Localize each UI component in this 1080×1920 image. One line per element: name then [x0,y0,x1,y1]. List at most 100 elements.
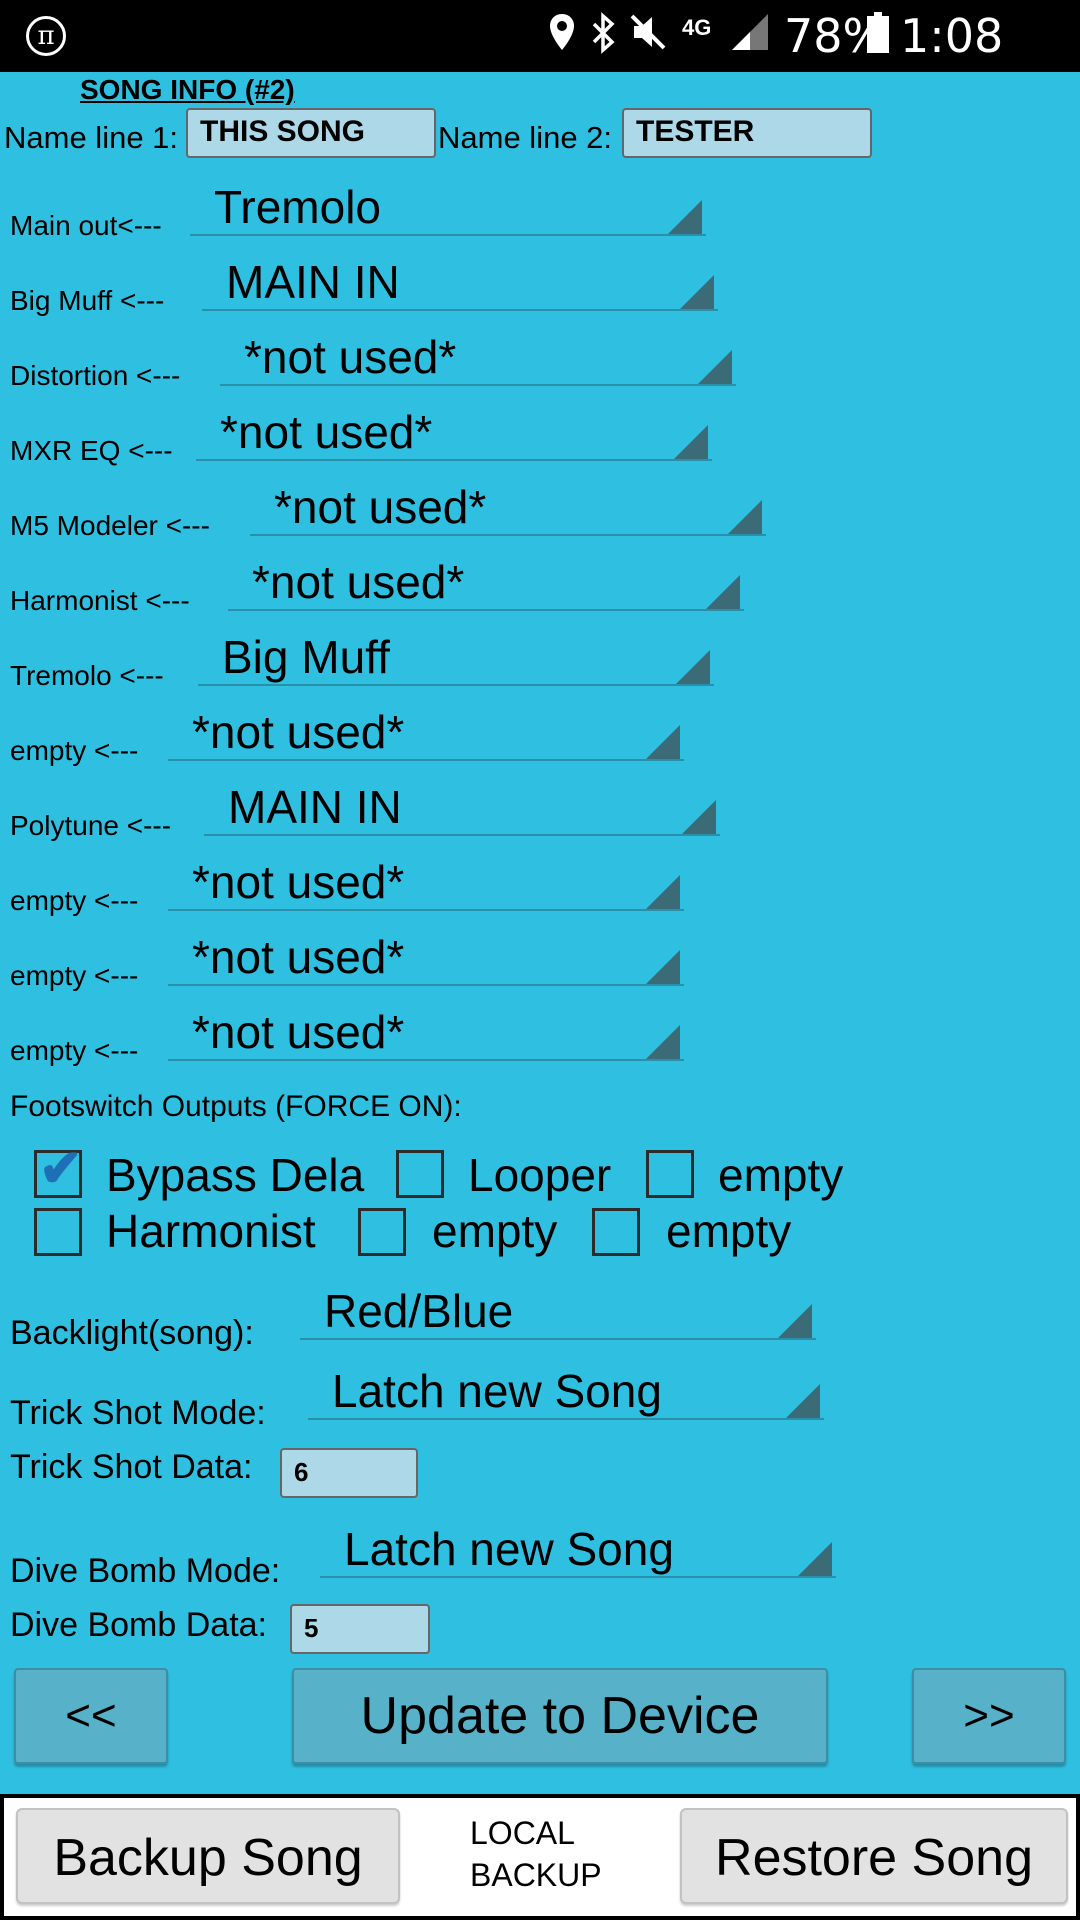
footswitch-label[interactable]: Harmonist [106,1204,316,1258]
name-line-1-label: Name line 1: [4,120,179,155]
dropdown-arrow-icon [646,725,680,759]
footswitch-checkbox[interactable] [358,1208,406,1256]
dropdown-value: *not used* [192,856,405,908]
bottom-bar-panel: Backup Song LOCAL BACKUP Restore Song [4,1798,1076,1916]
routing-dropdown[interactable]: Tremolo [190,181,706,236]
dropdown-value: Big Muff [222,631,390,683]
routing-dropdown[interactable]: *not used* [250,481,766,536]
trick-shot-mode-dropdown[interactable]: Latch new Song [308,1365,824,1420]
dropdown-value: *not used* [274,481,487,533]
name-line-1-input[interactable]: THIS SONG [186,108,436,158]
routing-label: Big Muff <--- [10,285,165,316]
footswitch-checkbox[interactable] [646,1150,694,1198]
footswitch-checkbox[interactable] [396,1150,444,1198]
status-bar: π 4G 78% 1:08 PM [0,0,1080,119]
song-editor-panel: SONG INFO (#2) Name line 1: THIS SONG Na… [0,72,1080,1794]
dropdown-value: Latch new Song [344,1523,674,1575]
routing-label: Polytune <--- [10,810,172,841]
pi-app-icon: π [26,16,66,56]
dropdown-value: Latch new Song [332,1365,662,1417]
dive-bomb-data-label: Dive Bomb Data: [10,1606,267,1644]
battery-icon [866,12,890,60]
routing-dropdown[interactable]: MAIN IN [204,781,720,836]
dropdown-value: Tremolo [214,181,381,233]
routing-dropdown[interactable]: *not used* [196,406,712,461]
routing-label: M5 Modeler <--- [10,510,210,541]
dropdown-arrow-icon [646,1025,680,1059]
routing-label: Distortion <--- [10,360,181,391]
network-type-label: 4G [682,15,712,40]
dropdown-arrow-icon [674,425,708,459]
local-backup-line2: BACKUP [470,1857,602,1893]
dropdown-arrow-icon [676,650,710,684]
dropdown-value: *not used* [192,931,405,983]
location-icon [548,12,576,60]
routing-dropdown[interactable]: *not used* [168,856,684,911]
name-line-2-label: Name line 2: [438,120,613,155]
dropdown-value: Red/Blue [324,1285,514,1337]
backlight-dropdown[interactable]: Red/Blue [300,1285,816,1340]
dropdown-arrow-icon [798,1542,832,1576]
dropdown-value: *not used* [252,556,465,608]
restore-song-button[interactable]: Restore Song [680,1808,1068,1904]
footswitch-checkbox[interactable]: ✔ [34,1140,83,1198]
footswitch-checkbox[interactable] [592,1208,640,1256]
dropdown-value: *not used* [192,1006,405,1058]
trick-shot-mode-label: Trick Shot Mode: [10,1394,266,1432]
dropdown-value: MAIN IN [226,256,400,308]
routing-label: empty <--- [10,1035,139,1066]
dropdown-arrow-icon [680,275,714,309]
bluetooth-icon [590,12,616,60]
routing-dropdown[interactable]: *not used* [168,1006,684,1061]
routing-dropdown[interactable]: MAIN IN [202,256,718,311]
name-line-2-input[interactable]: TESTER [622,108,872,158]
routing-label: empty <--- [10,960,139,991]
dropdown-arrow-icon [668,200,702,234]
footswitch-checkbox[interactable] [34,1208,82,1256]
dropdown-arrow-icon [778,1304,812,1338]
routing-label: Main out<--- [10,210,162,241]
routing-dropdown[interactable]: Big Muff [198,631,714,686]
routing-dropdown[interactable]: *not used* [168,706,684,761]
routing-dropdown[interactable]: *not used* [228,556,744,611]
trick-shot-data-label: Trick Shot Data: [10,1448,253,1486]
previous-song-button[interactable]: << [14,1668,168,1764]
dropdown-arrow-icon [682,800,716,834]
dropdown-arrow-icon [646,950,680,984]
bottom-bar: Backup Song LOCAL BACKUP Restore Song [0,1794,1080,1920]
routing-label: empty <--- [10,735,139,766]
footswitch-title: Footswitch Outputs (FORCE ON): [10,1090,462,1123]
routing-label: empty <--- [10,885,139,916]
routing-dropdown[interactable]: *not used* [168,931,684,986]
dropdown-value: *not used* [192,706,405,758]
local-backup-line1: LOCAL [470,1815,575,1851]
update-to-device-button[interactable]: Update to Device [292,1668,828,1764]
footswitch-label[interactable]: empty [432,1204,557,1258]
footswitch-label[interactable]: Looper [468,1148,611,1202]
backlight-label: Backlight(song): [10,1314,254,1352]
routing-label: Tremolo <--- [10,660,164,691]
dive-bomb-mode-dropdown[interactable]: Latch new Song [320,1523,836,1578]
trick-shot-data-input[interactable]: 6 [280,1448,418,1498]
dropdown-arrow-icon [728,500,762,534]
dive-bomb-mode-label: Dive Bomb Mode: [10,1552,281,1590]
dropdown-arrow-icon [786,1384,820,1418]
footswitch-label[interactable]: Bypass Dela [106,1148,364,1202]
dropdown-value: *not used* [220,406,433,458]
dropdown-arrow-icon [698,350,732,384]
routing-label: MXR EQ <--- [10,435,173,466]
dropdown-value: *not used* [244,331,457,383]
dropdown-arrow-icon [646,875,680,909]
footswitch-label[interactable]: empty [666,1204,791,1258]
routing-dropdown[interactable]: *not used* [220,331,736,386]
dive-bomb-data-input[interactable]: 5 [290,1604,430,1654]
next-song-button[interactable]: >> [912,1668,1066,1764]
dropdown-arrow-icon [706,575,740,609]
routing-label: Harmonist <--- [10,585,190,616]
backup-song-button[interactable]: Backup Song [16,1808,400,1904]
check-icon: ✔ [39,1140,83,1198]
mute-icon [628,12,668,60]
signal-icon [730,12,770,60]
footswitch-label[interactable]: empty [718,1148,843,1202]
dropdown-value: MAIN IN [228,781,402,833]
